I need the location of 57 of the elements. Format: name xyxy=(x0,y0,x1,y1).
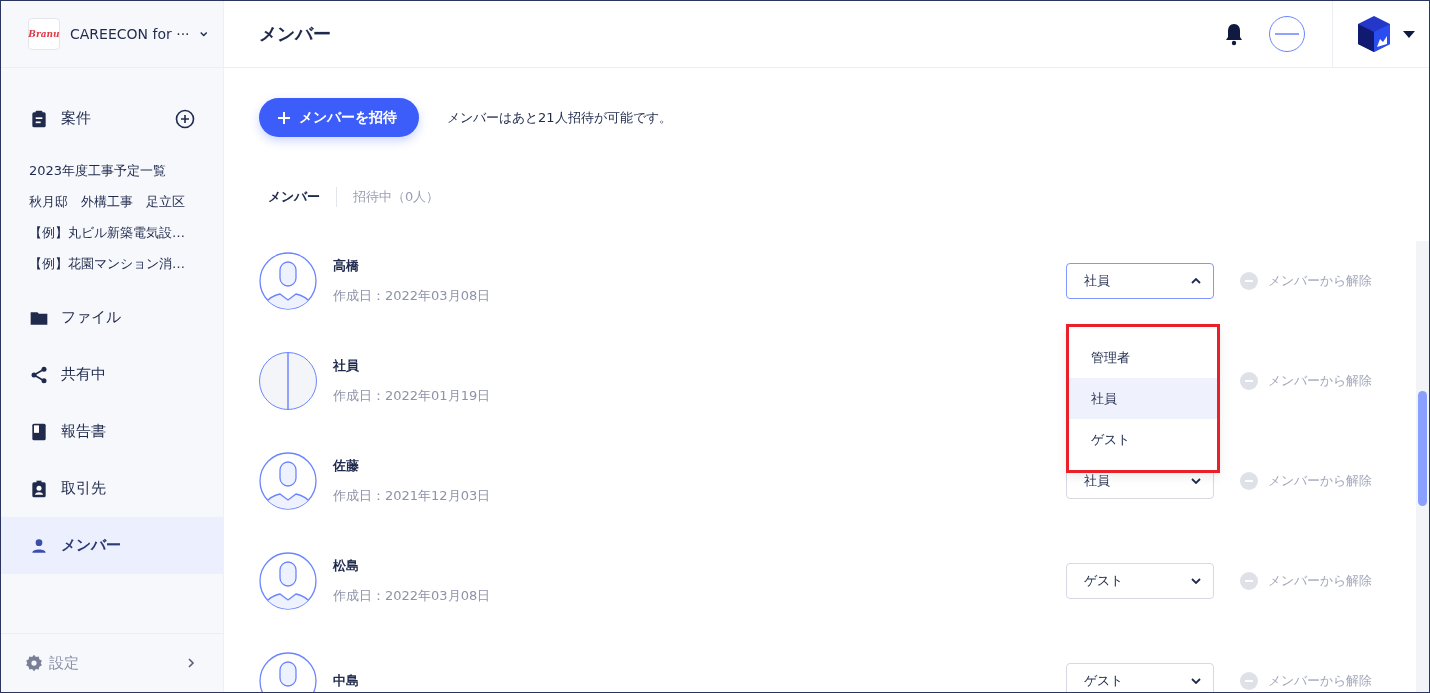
minus-circle-icon xyxy=(1240,272,1258,290)
plus-icon xyxy=(277,110,291,125)
sidebar-item[interactable]: 報告書 xyxy=(1,403,223,460)
minus-circle-icon xyxy=(1240,372,1258,390)
project-link[interactable]: 【例】花園マンション消… xyxy=(29,248,223,279)
user-avatar-icon xyxy=(259,452,317,510)
invite-member-button[interactable]: メンバーを招待 xyxy=(259,98,419,137)
member-name: 佐藤 xyxy=(333,457,360,475)
minus-circle-icon xyxy=(1240,472,1258,490)
clipboard-icon xyxy=(29,108,49,129)
minus-circle-icon xyxy=(1240,672,1258,690)
role-select[interactable]: 社員 xyxy=(1066,263,1214,299)
invite-remaining-text: メンバーはあと21人招待が可能です。 xyxy=(447,108,672,127)
created-date: 作成日：2022年01月19日 xyxy=(333,387,492,405)
role-select[interactable]: ゲスト xyxy=(1066,563,1214,599)
contact-card-icon xyxy=(29,478,49,499)
add-icon[interactable] xyxy=(175,108,195,129)
role-option[interactable]: ゲスト xyxy=(1069,419,1217,460)
bell-icon[interactable] xyxy=(1223,22,1245,46)
member-name: 中島 xyxy=(333,672,360,690)
role-select[interactable]: ゲスト xyxy=(1066,663,1214,692)
project-link[interactable]: 【例】丸ビル新築電気設… xyxy=(29,217,223,248)
page-title: メンバー xyxy=(259,22,332,46)
sidebar-item[interactable]: メンバー xyxy=(1,517,223,574)
chevron-right-icon xyxy=(187,657,195,669)
dropdown-arrow-icon[interactable] xyxy=(1403,30,1415,38)
role-option[interactable]: 管理者 xyxy=(1069,337,1217,378)
minus-circle-icon xyxy=(1240,572,1258,590)
sidebar-item[interactable]: 共有中 xyxy=(1,346,223,403)
sidebar-item[interactable]: 取引先 xyxy=(1,460,223,517)
settings-icon xyxy=(25,654,43,672)
scrollbar[interactable] xyxy=(1416,241,1429,692)
chevron-icon xyxy=(1191,478,1201,484)
chevron-icon xyxy=(1191,678,1201,684)
chevron-icon xyxy=(1191,278,1201,284)
created-date: 作成日：2021年12月03日 xyxy=(333,487,492,505)
member-name: 高橋 xyxy=(333,257,360,275)
tab[interactable]: メンバー xyxy=(259,188,336,206)
created-date: 作成日：2022年03月08日 xyxy=(333,287,492,305)
sidebar-item[interactable]: ファイル xyxy=(1,289,223,346)
company-logo: Branu xyxy=(28,18,60,50)
scrollbar-thumb[interactable] xyxy=(1418,391,1427,506)
project-link[interactable]: 2023年度工事予定一覧 xyxy=(29,155,223,186)
cube-icon[interactable] xyxy=(1357,15,1391,53)
workspace-name[interactable]: CAREECON for ··· xyxy=(70,26,190,42)
chevron-icon xyxy=(199,31,207,37)
member-name: 松島 xyxy=(333,557,360,575)
project-link[interactable]: 秋月邸 外構工事 足立区 xyxy=(29,186,223,217)
member-name: 社員 xyxy=(333,357,360,375)
chevron-icon xyxy=(1191,578,1201,584)
sidebar-item[interactable]: 案件 xyxy=(1,90,223,147)
role-option[interactable]: 社員 xyxy=(1069,378,1217,419)
user-avatar-icon xyxy=(259,552,317,610)
user-avatar-icon xyxy=(259,252,317,310)
book-icon xyxy=(29,421,49,442)
share-icon xyxy=(29,364,49,385)
created-date: 作成日：2022年03月08日 xyxy=(333,587,492,605)
